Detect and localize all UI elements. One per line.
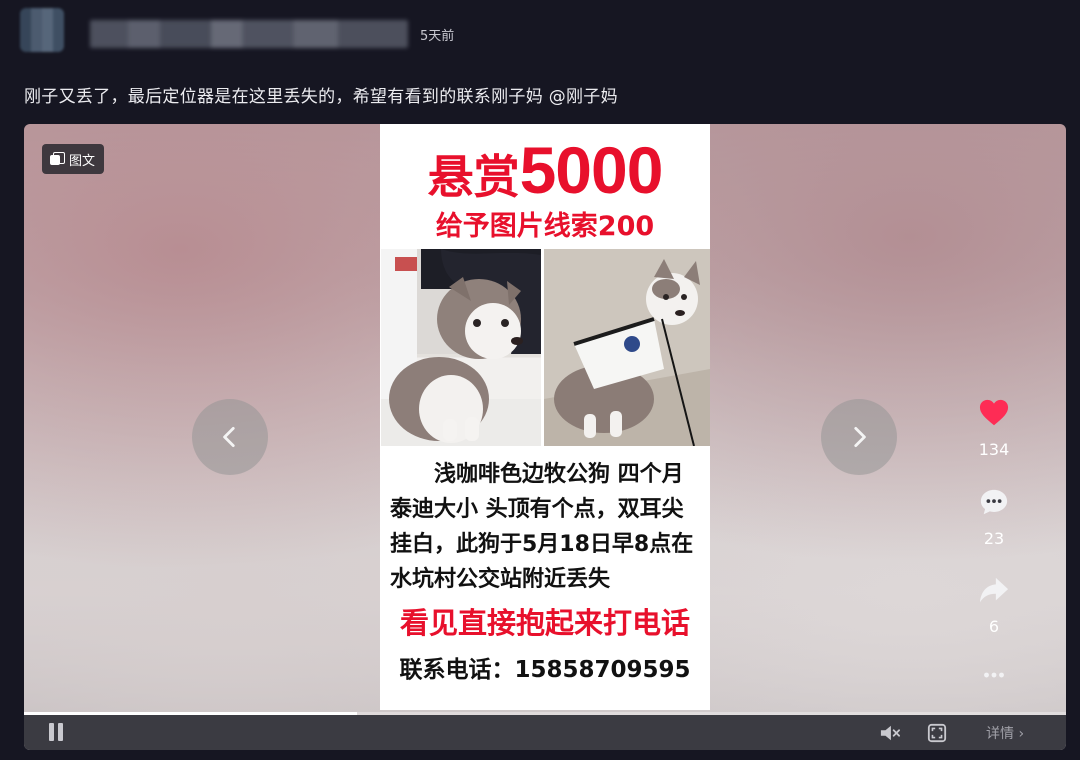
chevron-right-icon [854,426,866,448]
dog-description: 浅咖啡色边牧公狗 四个月 泰迪大小 头顶有个点，双耳尖 挂白，此狗于5月18日早… [390,457,706,597]
tag-label: 图文 [69,153,96,169]
media-viewer[interactable]: 图文 悬赏5000 给予图片线索200 浅咖啡色边牧公狗 四个月 泰迪大小 头顶… [24,124,1066,750]
username-blurred[interactable] [90,20,408,48]
fullscreen-icon[interactable] [926,723,948,743]
next-image-button[interactable] [821,399,897,475]
more-action[interactable] [966,660,1022,694]
clue-reward-line: 给予图片线索200 [435,211,655,242]
reward-title: 悬赏5000 [380,132,710,208]
lost-dog-poster: 悬赏5000 给予图片线索200 浅咖啡色边牧公狗 四个月 泰迪大小 头顶有个点… [380,124,710,710]
chevron-left-icon [223,426,235,448]
media-controls: 详情 › [24,715,1066,750]
post-caption: 刚子又丢了，最后定位器是在这里丢失的，希望有看到的联系刚子妈 @刚子妈 [24,87,618,107]
reward-amount: 5000 [519,133,664,207]
previous-image-button[interactable] [192,399,268,475]
comment-action[interactable]: 23 [966,487,1022,548]
pause-button[interactable] [47,723,65,741]
user-avatar[interactable] [20,8,64,52]
dog-photo-left [381,249,541,446]
more-icon [984,672,1004,678]
gallery-icon [50,152,65,166]
description-line: 挂白，此狗于5月18日早8点在 [390,532,694,557]
comment-icon [980,489,1008,515]
comment-count: 23 [983,529,1005,548]
image-text-tag: 图文 [42,144,105,174]
like-count: 134 [978,440,1010,459]
action-line: 看见直接抱起来打电话 [399,606,690,640]
description-line: 浅咖啡色边牧公狗 四个月 [434,462,684,487]
reward-label: 悬赏 [427,150,520,204]
contact-phone: 联系电话：15858709595 [399,657,691,683]
dog-photo-right [544,249,710,446]
share-icon [979,577,1009,603]
description-line: 水坑村公交站附近丢失 [390,567,611,592]
heart-icon [979,399,1009,426]
share-count: 6 [988,617,1000,636]
mute-icon[interactable] [879,723,901,743]
description-line: 泰迪大小 头顶有个点，双耳尖 [390,497,684,522]
like-action[interactable]: 134 [966,398,1022,459]
details-link[interactable]: 详情 › [986,723,1024,743]
post-time: 5天前 [420,29,455,44]
share-action[interactable]: 6 [966,575,1022,636]
